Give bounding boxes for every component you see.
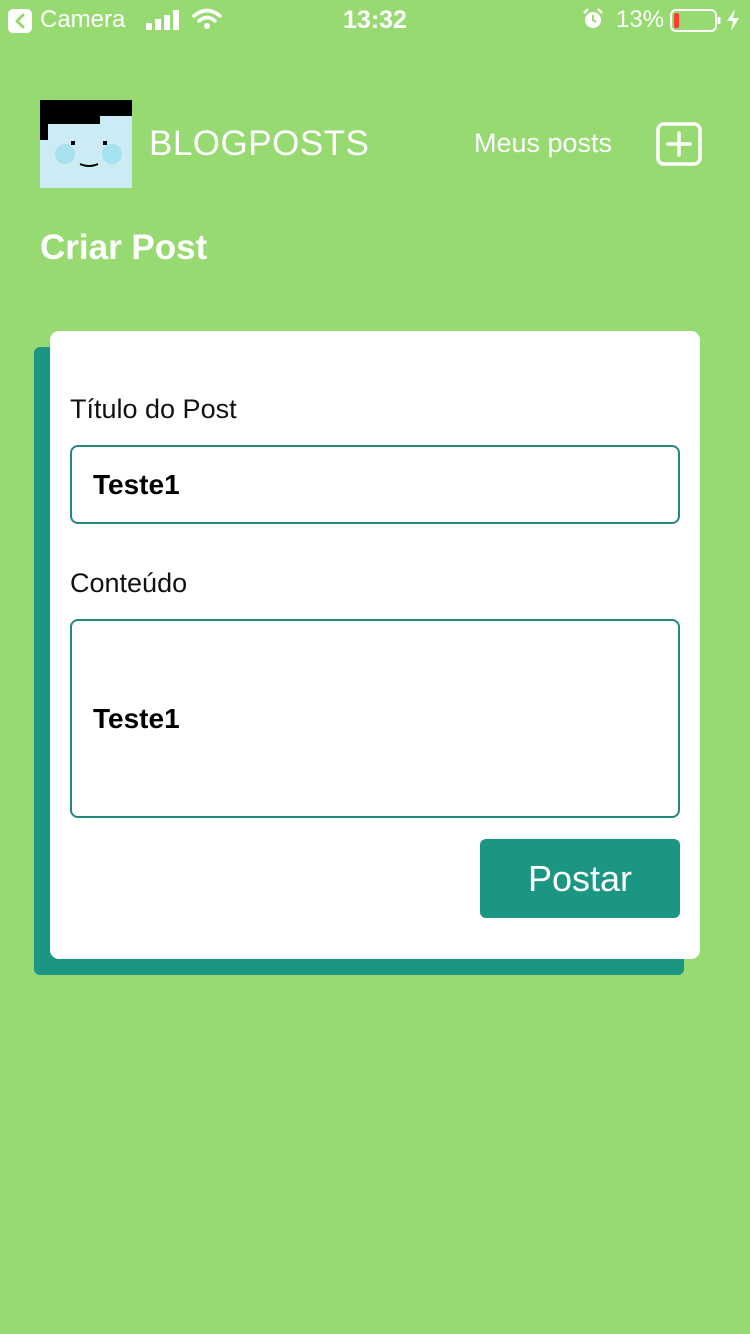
plus-square-icon[interactable] (656, 122, 702, 166)
status-bar: Camera 13:32 13% (0, 0, 750, 40)
page-title: Criar Post (40, 228, 208, 267)
post-title-input[interactable]: Teste1 (70, 445, 680, 524)
alarm-icon (582, 8, 604, 35)
my-posts-link[interactable]: Meus posts (474, 128, 612, 159)
charging-bolt-icon (726, 9, 740, 36)
battery-level-fill (674, 13, 680, 28)
avatar-face-icon (40, 100, 132, 167)
title-label: Título do Post (70, 394, 237, 424)
post-title-value[interactable]: Teste1 (93, 469, 180, 501)
create-post-card: Título do Post Teste1 Conteúdo Teste1 Po… (50, 331, 700, 959)
brand-title: BLOGPOSTS (149, 124, 370, 163)
post-content-textarea[interactable]: Teste1 (70, 619, 680, 818)
submit-post-button[interactable]: Postar (480, 839, 680, 918)
avatar (40, 100, 132, 188)
post-content-value[interactable]: Teste1 (93, 703, 180, 735)
battery-percent: 13% (616, 6, 665, 33)
content-label: Conteúdo (70, 568, 188, 598)
battery-icon (670, 9, 722, 38)
